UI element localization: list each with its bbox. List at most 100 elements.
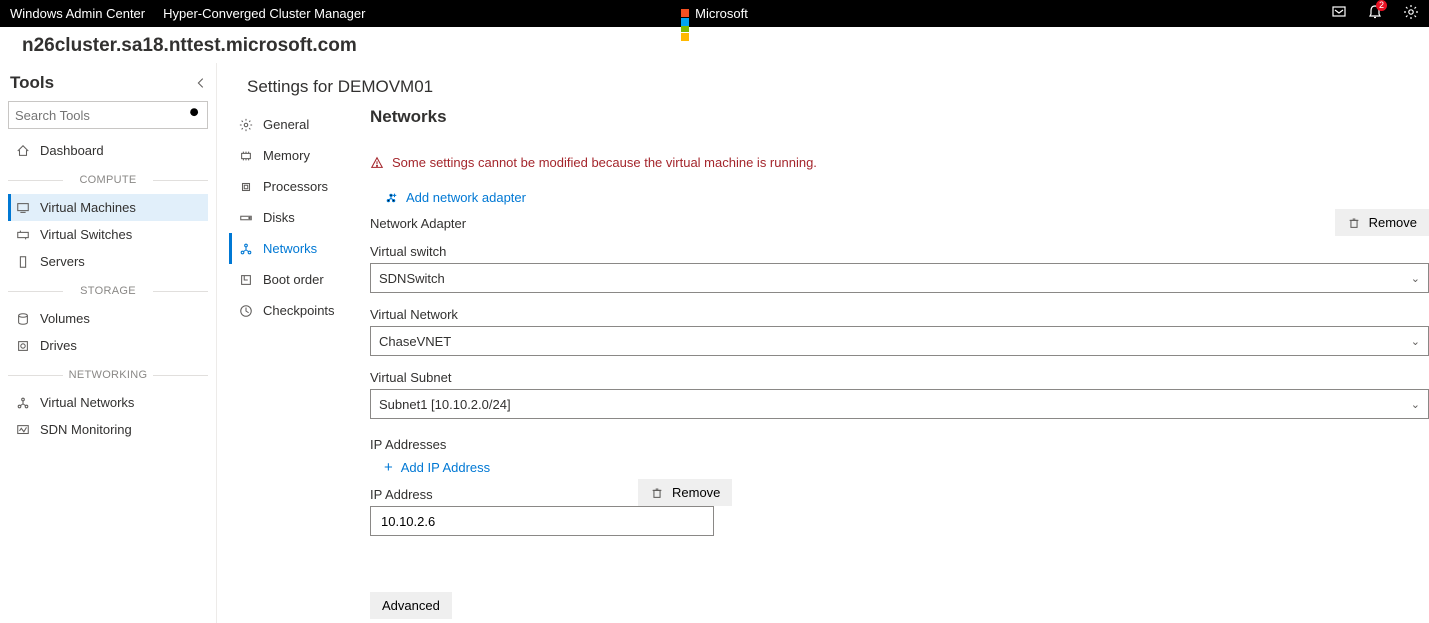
nav-label: Processors xyxy=(263,179,328,194)
nav-sdn-monitoring[interactable]: SDN Monitoring xyxy=(8,416,208,443)
virtual-switch-select[interactable]: SDNSwitch ⌄ xyxy=(370,263,1429,293)
disk-icon xyxy=(239,211,253,225)
topbar: Windows Admin Center Hyper-Converged Clu… xyxy=(0,0,1429,27)
content-panel: Networks Some settings cannot be modifie… xyxy=(352,63,1429,623)
microsoft-logo-icon xyxy=(681,5,689,22)
settings-nav-general[interactable]: General xyxy=(229,109,352,140)
trash-icon xyxy=(1347,216,1361,230)
section-networking: NETWORKING xyxy=(8,369,208,381)
tools-title: Tools xyxy=(10,73,54,93)
nav-label: Volumes xyxy=(40,311,90,326)
virtual-subnet-label: Virtual Subnet xyxy=(370,356,1429,389)
collapse-icon[interactable] xyxy=(194,76,208,90)
nav-label: Dashboard xyxy=(40,143,104,158)
link-label: Add IP Address xyxy=(401,460,490,475)
nav-servers[interactable]: Servers xyxy=(8,248,208,275)
nav-label: Virtual Networks xyxy=(40,395,134,410)
settings-nav-checkpoints[interactable]: Checkpoints xyxy=(229,295,352,326)
monitor-icon xyxy=(16,423,30,437)
settings-sidebar: Settings for DEMOVM01 General Memory Pro… xyxy=(217,63,352,623)
notification-count: 2 xyxy=(1376,0,1387,11)
search-input[interactable] xyxy=(8,101,208,129)
ip-address-input-wrap xyxy=(370,506,714,536)
cluster-name: n26cluster.sa18.nttest.microsoft.com xyxy=(0,27,1429,63)
notifications-icon[interactable]: 2 xyxy=(1367,4,1383,23)
plus-icon: + xyxy=(384,461,393,475)
nav-label: Disks xyxy=(263,210,295,225)
button-label: Remove xyxy=(672,485,720,500)
page-heading: Networks xyxy=(370,107,1429,127)
app-name[interactable]: Windows Admin Center xyxy=(10,6,145,21)
settings-nav-disks[interactable]: Disks xyxy=(229,202,352,233)
settings-nav-processors[interactable]: Processors xyxy=(229,171,352,202)
nav-label: Checkpoints xyxy=(263,303,335,318)
settings-nav-memory[interactable]: Memory xyxy=(229,140,352,171)
search-icon xyxy=(188,106,202,123)
warning-icon xyxy=(370,156,384,170)
section-compute: COMPUTE xyxy=(8,174,208,186)
warning-message: Some settings cannot be modified because… xyxy=(370,155,1429,170)
ip-address-input[interactable] xyxy=(379,513,705,530)
settings-nav-networks[interactable]: Networks xyxy=(229,233,352,264)
nav-label: Virtual Machines xyxy=(40,200,136,215)
vm-icon xyxy=(16,201,30,215)
remove-ip-button[interactable]: Remove xyxy=(638,479,732,506)
server-icon xyxy=(16,255,30,269)
select-value: ChaseVNET xyxy=(379,334,451,349)
nav-label: SDN Monitoring xyxy=(40,422,132,437)
nav-label: Drives xyxy=(40,338,77,353)
warning-text: Some settings cannot be modified because… xyxy=(392,155,817,170)
switch-icon xyxy=(16,228,30,242)
virtual-network-label: Virtual Network xyxy=(370,293,1429,326)
virtual-network-select[interactable]: ChaseVNET ⌄ xyxy=(370,326,1429,356)
nav-virtual-machines[interactable]: Virtual Machines xyxy=(8,194,208,221)
feedback-icon[interactable] xyxy=(1331,4,1347,23)
tool-name: Hyper-Converged Cluster Manager xyxy=(163,6,365,21)
settings-nav-boot-order[interactable]: Boot order xyxy=(229,264,352,295)
chevron-down-icon: ⌄ xyxy=(1411,335,1420,348)
chevron-down-icon: ⌄ xyxy=(1411,272,1420,285)
add-network-adapter-button[interactable]: Add network adapter xyxy=(370,186,526,209)
virtual-switch-label: Virtual switch xyxy=(370,236,1429,263)
drive-icon xyxy=(16,339,30,353)
advanced-button[interactable]: Advanced xyxy=(370,592,452,619)
boot-icon xyxy=(239,273,253,287)
nav-label: Networks xyxy=(263,241,317,256)
nav-label: Memory xyxy=(263,148,310,163)
nav-volumes[interactable]: Volumes xyxy=(8,305,208,332)
home-icon xyxy=(16,144,30,158)
nav-dashboard[interactable]: Dashboard xyxy=(8,137,208,164)
nav-label: General xyxy=(263,117,309,132)
network-icon xyxy=(239,242,253,256)
ip-addresses-label: IP Addresses xyxy=(370,419,1429,456)
brand: Microsoft xyxy=(681,5,748,22)
tool-switcher[interactable]: Hyper-Converged Cluster Manager xyxy=(163,6,385,21)
nav-label: Boot order xyxy=(263,272,324,287)
gear-icon xyxy=(239,118,253,132)
nav-virtual-switches[interactable]: Virtual Switches xyxy=(8,221,208,248)
virtual-subnet-select[interactable]: Subnet1 [10.10.2.0/24] ⌄ xyxy=(370,389,1429,419)
tools-search[interactable] xyxy=(8,101,208,129)
volume-icon xyxy=(16,312,30,326)
settings-title: Settings for DEMOVM01 xyxy=(229,73,352,109)
trash-icon xyxy=(650,486,664,500)
settings-gear-icon[interactable] xyxy=(1403,4,1419,23)
chevron-down-icon: ⌄ xyxy=(1411,398,1420,411)
nav-drives[interactable]: Drives xyxy=(8,332,208,359)
checkpoint-icon xyxy=(239,304,253,318)
add-adapter-icon xyxy=(384,191,398,205)
nav-virtual-networks[interactable]: Virtual Networks xyxy=(8,389,208,416)
adapter-label: Network Adapter xyxy=(370,212,1335,233)
remove-adapter-button[interactable]: Remove xyxy=(1335,209,1429,236)
select-value: Subnet1 [10.10.2.0/24] xyxy=(379,397,511,412)
section-storage: STORAGE xyxy=(8,285,208,297)
button-label: Advanced xyxy=(382,598,440,613)
button-label: Remove xyxy=(1369,215,1417,230)
nav-label: Virtual Switches xyxy=(40,227,132,242)
ip-address-label: IP Address xyxy=(370,479,626,506)
tools-sidebar: Tools Dashboard COMPUTE Virtual Machines xyxy=(0,63,217,623)
processor-icon xyxy=(239,180,253,194)
memory-icon xyxy=(239,149,253,163)
nav-label: Servers xyxy=(40,254,85,269)
add-ip-address-button[interactable]: + Add IP Address xyxy=(370,456,490,479)
